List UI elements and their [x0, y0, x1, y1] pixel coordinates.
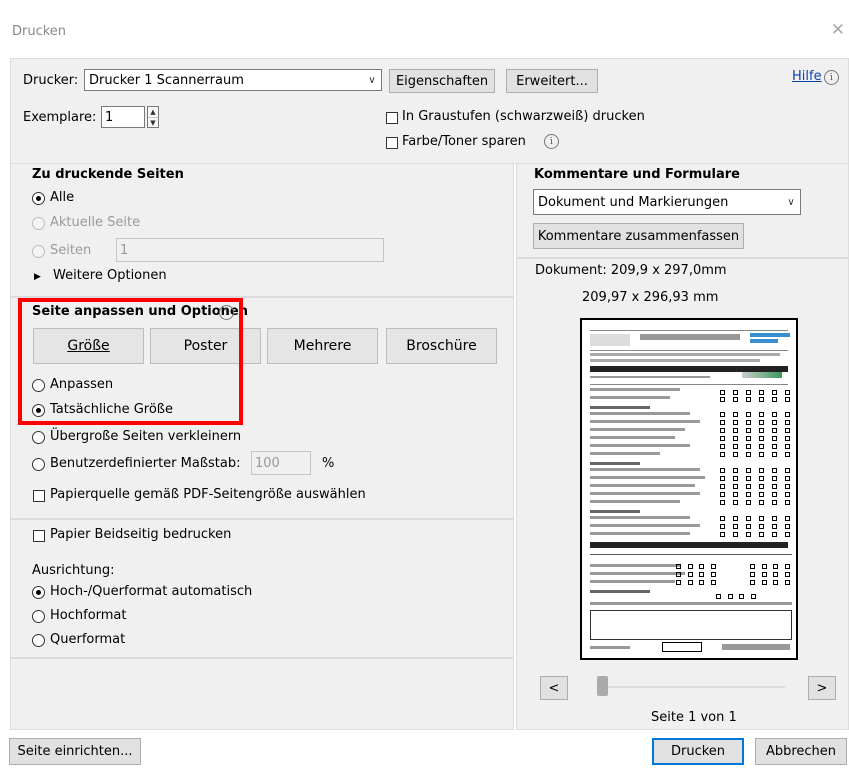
pages-all-radio[interactable] — [32, 192, 45, 205]
logo-icon — [750, 333, 790, 345]
page-slider-track[interactable] — [600, 686, 785, 688]
chevron-down-icon: ∨ — [787, 196, 795, 208]
duplex-label: Papier Beidseitig bedrucken — [50, 527, 232, 542]
comments-select-value: Dokument und Markierungen — [538, 194, 729, 210]
page-setup-button[interactable]: Seite einrichten... — [9, 738, 141, 765]
shrink-label: Übergroße Seiten verkleinern — [50, 429, 242, 444]
left-lower-panel — [10, 658, 514, 730]
copies-input[interactable]: 1 — [101, 106, 145, 128]
page-size-label: 209,97 x 296,93 mm — [582, 290, 719, 305]
prev-page-button[interactable]: < — [540, 676, 568, 700]
copies-label: Exemplare: — [23, 110, 97, 125]
pages-range-radio[interactable] — [32, 245, 45, 258]
orientation-portrait-label: Hochformat — [50, 608, 127, 623]
close-icon[interactable]: ✕ — [831, 20, 845, 40]
window-title: Drucken — [12, 24, 67, 39]
expand-arrow-icon[interactable]: ▶ — [34, 272, 41, 282]
page-indicator: Seite 1 von 1 — [651, 710, 737, 725]
comments-select[interactable]: Dokument und Markierungen ∨ — [533, 189, 801, 215]
orientation-auto-radio[interactable] — [32, 586, 45, 599]
pages-current-label: Aktuelle Seite — [50, 215, 141, 230]
shrink-radio[interactable] — [32, 431, 45, 444]
more-options-link[interactable]: Weitere Optionen — [53, 268, 167, 283]
info-icon[interactable]: i — [544, 134, 559, 149]
orientation-label: Ausrichtung: — [32, 563, 115, 578]
custom-scale-radio[interactable] — [32, 458, 45, 471]
pages-all-label: Alle — [50, 190, 75, 205]
orientation-landscape-radio[interactable] — [32, 634, 45, 647]
printer-select-value: Drucker 1 Scannerraum — [89, 72, 244, 88]
comments-header: Kommentare und Formulare — [534, 167, 740, 182]
pages-current-radio[interactable] — [32, 217, 45, 230]
chevron-down-icon: ∨ — [368, 74, 376, 86]
grayscale-label: In Graustufen (schwarzweiß) drucken — [402, 109, 645, 124]
toner-label: Farbe/Toner sparen — [402, 134, 526, 149]
document-size-label: Dokument: 209,9 x 297,0mm — [535, 263, 727, 278]
duplex-checkbox[interactable] — [33, 530, 45, 542]
printer-label: Drucker: — [23, 73, 79, 88]
tab-multiple[interactable]: Mehrere — [267, 328, 378, 364]
info-icon[interactable]: i — [824, 70, 839, 85]
custom-scale-input[interactable]: 100 — [251, 451, 311, 475]
page-preview — [580, 318, 798, 660]
print-button[interactable]: Drucken — [652, 738, 744, 765]
grayscale-checkbox[interactable] — [386, 112, 398, 124]
summarize-comments-button[interactable]: Kommentare zusammenfassen — [533, 223, 744, 249]
orientation-portrait-radio[interactable] — [32, 610, 45, 623]
orientation-landscape-label: Querformat — [50, 632, 126, 647]
highlight-box — [18, 298, 243, 425]
percent-label: % — [322, 456, 335, 471]
pages-header: Zu druckende Seiten — [32, 167, 184, 182]
pages-range-label: Seiten — [50, 243, 92, 258]
toner-checkbox[interactable] — [386, 137, 398, 149]
help-link[interactable]: Hilfe — [792, 69, 822, 84]
orientation-auto-label: Hoch-/Querformat automatisch — [50, 584, 253, 599]
custom-scale-label: Benutzerdefinierter Maßstab: — [50, 456, 241, 471]
paper-source-checkbox[interactable] — [33, 490, 45, 502]
advanced-button[interactable]: Erweitert... — [506, 69, 598, 93]
next-page-button[interactable]: > — [808, 676, 836, 700]
properties-button[interactable]: Eigenschaften — [389, 69, 495, 93]
printer-select[interactable]: Drucker 1 Scannerraum ∨ — [84, 69, 382, 91]
pages-range-input[interactable]: 1 — [116, 238, 384, 262]
cancel-button[interactable]: Abbrechen — [755, 738, 847, 765]
copies-stepper[interactable]: ▲ ▼ — [147, 106, 159, 128]
page-slider-thumb[interactable] — [597, 676, 608, 696]
paper-source-label: Papierquelle gemäß PDF-Seitengröße auswä… — [50, 487, 366, 502]
tab-booklet[interactable]: Broschüre — [386, 328, 497, 364]
